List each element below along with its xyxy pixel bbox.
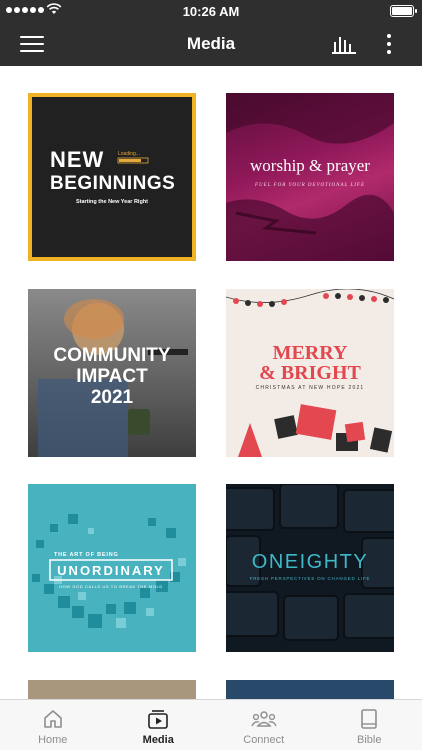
tile-badge: Loading... <box>118 151 140 157</box>
tab-bible-label: Bible <box>357 734 382 746</box>
media-tile-worship-prayer[interactable]: worship & prayer FUEL FOR YOUR DEVOTIONA… <box>226 93 394 261</box>
tab-home-label: Home <box>38 734 68 746</box>
battery-icon <box>390 5 417 17</box>
media-tile-merry-bright[interactable]: MERRY & BRIGHT CHRISTMAS AT NEW HOPE 202… <box>226 289 394 457</box>
media-tile-new-beginnings[interactable]: NEW Loading... BEGINNINGS Starting the N… <box>28 93 196 261</box>
people-icon <box>251 711 277 727</box>
tile-title: UNORDINARY <box>57 563 165 578</box>
tab-connect-label: Connect <box>243 734 285 746</box>
tab-media-label: Media <box>142 734 174 746</box>
book-icon <box>361 709 378 729</box>
tile-title-line2: BEGINNINGS <box>50 173 175 194</box>
tile-subtitle: HOW GOD CALLS US TO BREAK THE MOLD <box>59 584 163 589</box>
tile-title-line3: 2021 <box>91 387 134 408</box>
tile-title-line2: IMPACT <box>76 366 148 387</box>
tile-subtitle: FUEL FOR YOUR DEVOTIONAL LIFE <box>254 183 365 188</box>
tile-title: ONEIGHTY <box>252 551 368 573</box>
tab-bar: Home Media Connect Bible <box>0 699 422 750</box>
media-tile-community-impact[interactable]: COMMUNITY IMPACT 2021 <box>28 289 196 457</box>
tile-title: worship & prayer <box>250 156 370 175</box>
tile-title-line1: MERRY <box>273 342 348 364</box>
tab-connect[interactable]: Connect <box>211 700 317 750</box>
audio-bars-icon[interactable] <box>332 34 356 54</box>
tile-overline: THE ART OF BEING <box>54 552 119 558</box>
app-bar: Media <box>0 22 422 66</box>
page-title: Media <box>186 34 236 53</box>
tile-subtitle: CHRISTMAS AT NEW HOPE 2021 <box>256 385 365 391</box>
tile-subtitle: FRESH PERSPECTIVES ON CHANGED LIFE <box>250 576 371 581</box>
home-icon <box>43 710 62 728</box>
media-tile-oneighty[interactable]: ONEIGHTY FRESH PERSPECTIVES ON CHANGED L… <box>226 484 394 652</box>
more-vertical-icon[interactable] <box>382 32 396 56</box>
media-grid: NEW Loading... BEGINNINGS Starting the N… <box>0 66 422 699</box>
tile-title-line1: COMMUNITY <box>53 345 170 366</box>
tile-title-line1: NEW <box>50 147 104 172</box>
tile-subtitle: Starting the New Year Right <box>76 199 148 205</box>
tab-bible[interactable]: Bible <box>317 700 422 750</box>
media-tile-unordinary[interactable]: THE ART OF BEING UNORDINARY HOW GOD CALL… <box>28 484 196 652</box>
tab-media[interactable]: Media <box>106 700 212 750</box>
tile-title-line2: & BRIGHT <box>259 362 361 384</box>
status-time: 10:26 AM <box>182 4 240 19</box>
media-tile-partial[interactable] <box>226 680 394 699</box>
status-bar: 10:26 AM <box>0 0 422 22</box>
tab-home[interactable]: Home <box>0 700 106 750</box>
media-tile-partial[interactable] <box>28 680 196 699</box>
media-play-icon <box>148 710 169 729</box>
